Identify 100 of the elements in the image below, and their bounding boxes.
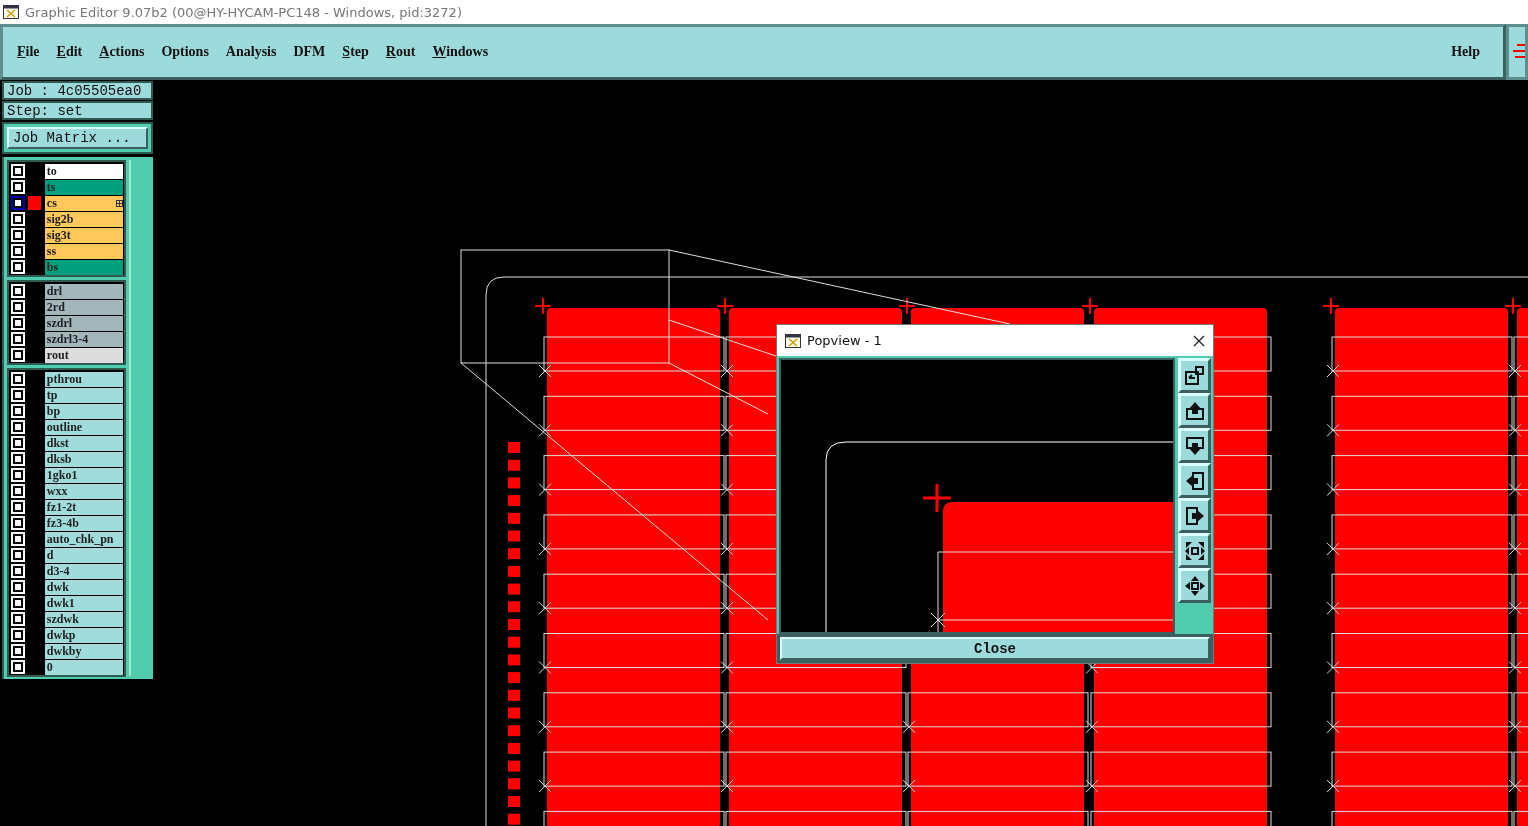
- layer-toggle[interactable]: [11, 500, 25, 514]
- windows-icon: [1183, 364, 1206, 387]
- layer-toggle[interactable]: [11, 300, 25, 314]
- layer-toggle[interactable]: [11, 332, 25, 346]
- menu-item[interactable]: Edit: [52, 44, 87, 60]
- layer-name[interactable]: bp: [44, 403, 123, 419]
- layer-toggle[interactable]: [11, 164, 25, 178]
- layer-name[interactable]: rout: [44, 347, 123, 363]
- layer-name[interactable]: auto_chk_pn: [44, 531, 123, 547]
- menu-item[interactable]: Analysis: [221, 44, 281, 60]
- view-tool-button[interactable]: [1178, 568, 1211, 603]
- view-tool-button[interactable]: [1178, 498, 1211, 533]
- layer-toggle[interactable]: [11, 228, 25, 242]
- layer-name[interactable]: 2rd: [44, 299, 123, 315]
- side-panel-toggle[interactable]: [1506, 24, 1528, 80]
- layer-name[interactable]: dkst: [44, 435, 123, 451]
- view-tool-button[interactable]: [1178, 358, 1211, 393]
- view-tool-button[interactable]: [1178, 533, 1211, 568]
- layer-toggle[interactable]: [11, 580, 25, 594]
- layer-toggle[interactable]: [11, 260, 25, 274]
- layer-toggle[interactable]: [11, 612, 25, 626]
- layer-toggle[interactable]: [11, 316, 25, 330]
- layer-name[interactable]: d3-4: [44, 563, 123, 579]
- arrow-right-icon: [1183, 504, 1206, 527]
- cross-marker: [1081, 297, 1099, 315]
- layer-toggle[interactable]: [11, 516, 25, 530]
- layer-name[interactable]: dwk: [44, 579, 123, 595]
- menu-item[interactable]: Windows: [428, 44, 493, 60]
- popview-title: Popview - 1: [807, 333, 882, 348]
- layer-name[interactable]: dksb: [44, 451, 123, 467]
- step-label: Step: set: [2, 101, 153, 120]
- layer-name[interactable]: outline: [44, 419, 123, 435]
- cross-marker: [1504, 297, 1522, 315]
- layer-toggle[interactable]: [11, 212, 25, 226]
- window-title: Graphic Editor 9.07b2 (00@HY-HYCAM-PC148 - Windows, pid:3272): [25, 4, 462, 20]
- job-matrix-button[interactable]: Job Matrix ...: [7, 127, 148, 149]
- layer-name[interactable]: szdrl: [44, 315, 123, 331]
- layer-name[interactable]: 1gko1: [44, 467, 123, 483]
- help-menu[interactable]: Help: [1447, 44, 1484, 60]
- layer-name[interactable]: to: [44, 163, 123, 179]
- layer-toggle[interactable]: [11, 388, 25, 402]
- arrows-out-icon: [1183, 574, 1206, 597]
- layer-name[interactable]: 0: [44, 659, 123, 675]
- layer-name[interactable]: dwkp: [44, 627, 123, 643]
- layer-toggle[interactable]: [11, 660, 25, 674]
- layer-toggle[interactable]: [11, 596, 25, 610]
- layer-toggle[interactable]: [11, 372, 25, 386]
- layer-toggle[interactable]: [11, 452, 25, 466]
- menu-item[interactable]: Actions: [95, 44, 149, 60]
- cross-marker: [716, 297, 734, 315]
- layer-toggle[interactable]: [11, 564, 25, 578]
- layer-name[interactable]: fz1-2t: [44, 499, 123, 515]
- layer-toggle[interactable]: [11, 284, 25, 298]
- cross-marker: [1322, 297, 1340, 315]
- layer-name[interactable]: bs: [44, 259, 123, 275]
- layer-name[interactable]: wxx: [44, 483, 123, 499]
- job-label: Job : 4c05505ea0: [2, 81, 153, 100]
- layer-toggle[interactable]: [11, 244, 25, 258]
- layer-name[interactable]: szdrl3-4: [44, 331, 123, 347]
- layer-name[interactable]: fz3-4b: [44, 515, 123, 531]
- layer-toggle[interactable]: [11, 548, 25, 562]
- layer-toggle[interactable]: [11, 468, 25, 482]
- layer-name[interactable]: ts: [44, 179, 123, 195]
- window-icon: [785, 333, 801, 348]
- layer-name[interactable]: sig3t: [44, 227, 123, 243]
- menu-item[interactable]: File: [13, 44, 44, 60]
- layer-toggle[interactable]: [11, 532, 25, 546]
- layer-name[interactable]: drl: [44, 283, 123, 299]
- arrow-down-icon: [1183, 434, 1206, 457]
- layer-name[interactable]: d: [44, 547, 123, 563]
- layer-name[interactable]: szdwk: [44, 611, 123, 627]
- layer-name[interactable]: dwkby: [44, 643, 123, 659]
- layer-toggle[interactable]: [11, 404, 25, 418]
- plus-box-icon: [116, 199, 123, 207]
- app-icon: [3, 5, 19, 19]
- layer-name[interactable]: ss: [44, 243, 123, 259]
- close-icon[interactable]: [1193, 334, 1205, 347]
- menu-item[interactable]: Step: [338, 44, 373, 60]
- cross-marker: [534, 297, 552, 315]
- layer-toggle[interactable]: [11, 196, 25, 210]
- layer-name[interactable]: tp: [44, 387, 123, 403]
- menu-item[interactable]: Rout: [381, 44, 420, 60]
- layer-name[interactable]: cs: [44, 195, 123, 211]
- view-tool-button[interactable]: [1178, 428, 1211, 463]
- arrows-in-icon: [1183, 539, 1206, 562]
- layer-toggle[interactable]: [11, 644, 25, 658]
- layer-name[interactable]: dwk1: [44, 595, 123, 611]
- layer-toggle[interactable]: [11, 484, 25, 498]
- layer-toggle[interactable]: [11, 420, 25, 434]
- layer-toggle[interactable]: [11, 180, 25, 194]
- menu-item[interactable]: Options: [157, 44, 213, 60]
- layer-toggle[interactable]: [11, 348, 25, 362]
- close-button[interactable]: Close: [780, 637, 1210, 660]
- view-tool-button[interactable]: [1178, 393, 1211, 428]
- view-tool-button[interactable]: [1178, 463, 1211, 498]
- layer-toggle[interactable]: [11, 628, 25, 642]
- menu-item[interactable]: DFM: [289, 44, 330, 60]
- layer-name[interactable]: sig2b: [44, 211, 123, 227]
- layer-name[interactable]: pthrou: [44, 371, 123, 387]
- layer-toggle[interactable]: [11, 436, 25, 450]
